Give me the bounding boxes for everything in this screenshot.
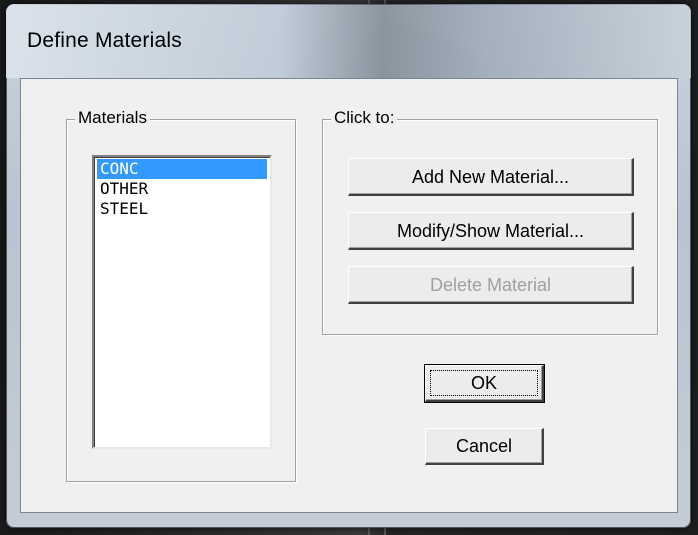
title-bar[interactable]: Define Materials xyxy=(6,4,691,78)
add-new-material-button[interactable]: Add New Material... xyxy=(348,158,634,196)
click-to-groupbox: Click to: Add New Material... Modify/Sho… xyxy=(322,108,658,335)
materials-group-label: Materials xyxy=(75,108,150,128)
cancel-button[interactable]: Cancel xyxy=(425,428,544,465)
modify-show-material-button[interactable]: Modify/Show Material... xyxy=(348,212,634,250)
list-item-steel[interactable]: STEEL xyxy=(97,199,267,219)
dialog-client-area: Materials CONC OTHER STEEL Click to: Add… xyxy=(20,78,678,513)
define-materials-dialog: Define Materials Materials CONC OTHER ST… xyxy=(6,4,691,528)
ok-button-label: OK xyxy=(470,373,497,393)
ok-button[interactable]: OK xyxy=(424,364,545,403)
list-item-conc[interactable]: CONC xyxy=(97,159,267,179)
window-title: Define Materials xyxy=(27,29,182,52)
click-to-group-label: Click to: xyxy=(331,108,398,128)
list-item-other[interactable]: OTHER xyxy=(97,179,267,199)
materials-listbox[interactable]: CONC OTHER STEEL xyxy=(92,155,272,449)
delete-material-button[interactable]: Delete Material xyxy=(348,266,634,304)
materials-groupbox: Materials CONC OTHER STEEL xyxy=(66,108,296,482)
